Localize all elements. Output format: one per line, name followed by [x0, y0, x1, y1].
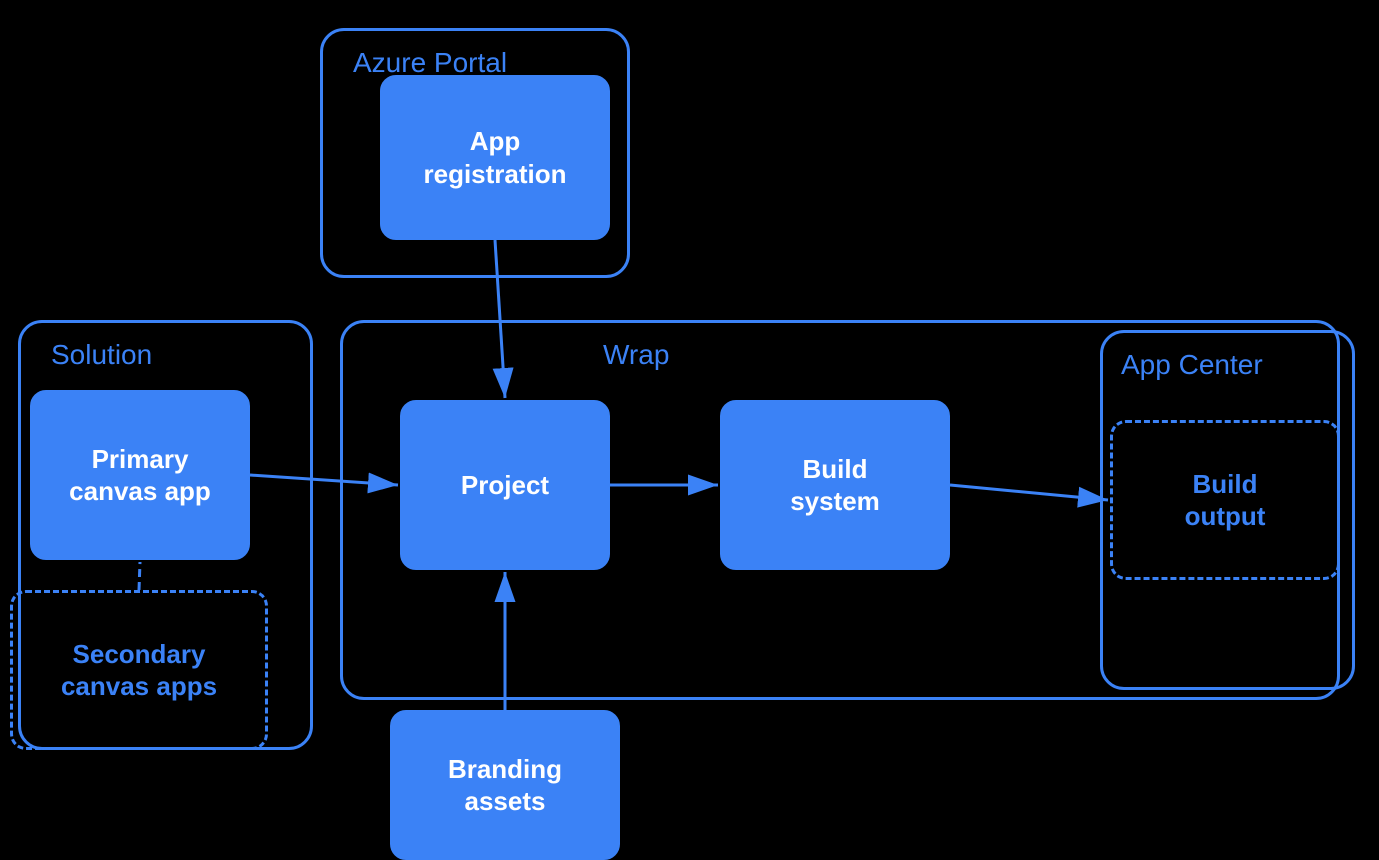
branding-assets-label: Branding assets [448, 753, 562, 818]
primary-canvas-label: Primary canvas app [69, 443, 211, 508]
secondary-canvas-box: Secondary canvas apps [10, 590, 268, 750]
build-output-box: Build output [1110, 420, 1340, 580]
primary-canvas-box: Primary canvas app [30, 390, 250, 560]
build-output-label: Build output [1185, 468, 1266, 533]
solution-label: Solution [51, 339, 152, 371]
project-label: Project [461, 469, 549, 502]
branding-assets-box: Branding assets [390, 710, 620, 860]
build-system-label: Build system [790, 453, 880, 518]
secondary-canvas-label: Secondary canvas apps [61, 638, 217, 703]
wrap-label: Wrap [603, 339, 669, 371]
diagram-container: Azure Portal App registration Solution P… [0, 0, 1379, 857]
app-center-label: App Center [1121, 349, 1263, 381]
project-box: Project [400, 400, 610, 570]
build-system-box: Build system [720, 400, 950, 570]
app-registration-label: App registration [423, 125, 566, 190]
app-registration-box: App registration [380, 75, 610, 240]
